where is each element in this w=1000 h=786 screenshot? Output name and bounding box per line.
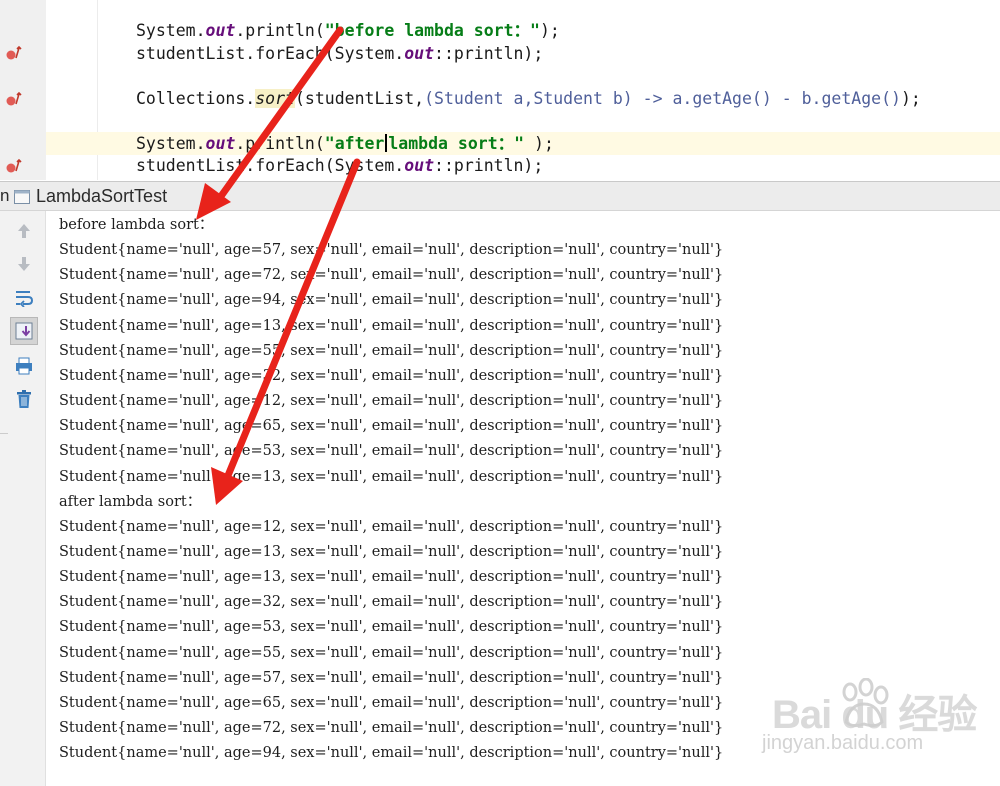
- console-line: Student{name='null', age=13, sex='null',…: [59, 543, 724, 560]
- console-line: Student{name='null', age=55, sex='null',…: [59, 644, 724, 661]
- code-line[interactable]: studentList.forEach(System.out::println)…: [136, 43, 543, 65]
- console-line: Student{name='null', age=32, sex='null',…: [59, 594, 724, 611]
- run-tab-title[interactable]: LambdaSortTest: [36, 186, 167, 207]
- console-line: after lambda sort：: [59, 493, 202, 510]
- baidu-jingyan-watermark: Bai du 经验 jingyan.baidu.com: [760, 678, 1000, 780]
- soft-wrap-icon[interactable]: [10, 284, 38, 312]
- code-line[interactable]: System.out.println("after lambda sort：" )…: [136, 133, 554, 155]
- console-line: Student{name='null', age=13, sex='null',…: [59, 468, 724, 485]
- console-line: Student{name='null', age=13, sex='null',…: [59, 317, 724, 334]
- code-token: (Student a,Student b) -> a.getAge() - b.…: [424, 89, 901, 108]
- breakpoint-marker-icon[interactable]: [5, 158, 23, 174]
- console-line: Student{name='null', age=32, sex='null',…: [59, 367, 724, 384]
- console-line: Student{name='null', age=65, sex='null',…: [59, 694, 724, 711]
- down-arrow-icon[interactable]: [10, 250, 38, 278]
- code-token: );: [524, 134, 554, 153]
- code-token: System.: [136, 21, 206, 40]
- console-line: Student{name='null', age=13, sex='null',…: [59, 569, 724, 586]
- code-line[interactable]: studentList.forEach(System.out::println)…: [136, 155, 543, 177]
- code-token: ::println);: [434, 44, 544, 63]
- code-token: ::println);: [434, 156, 544, 175]
- watermark-url: jingyan.baidu.com: [762, 732, 924, 754]
- code-token: .println(: [235, 21, 325, 40]
- code-token: );: [900, 89, 921, 108]
- console-line: before lambda sort：: [59, 217, 214, 233]
- console-line: Student{name='null', age=72, sex='null',…: [59, 267, 724, 284]
- code-token: studentList.forEach(System.: [136, 44, 405, 63]
- console-line: Student{name='null', age=55, sex='null',…: [59, 342, 724, 359]
- console-line: Student{name='null', age=94, sex='null',…: [59, 745, 724, 762]
- code-token: out: [205, 134, 236, 153]
- run-configuration-icon: [14, 190, 30, 204]
- breakpoint-marker-icon[interactable]: [5, 45, 23, 61]
- console-line: Student{name='null', age=12, sex='null',…: [59, 393, 724, 410]
- code-token: Collections.: [136, 89, 256, 108]
- run-tool-window-header: n LambdaSortTest: [0, 181, 1000, 211]
- code-line[interactable]: Collections.sort(studentList,(Student a,…: [136, 88, 921, 110]
- code-token: out: [404, 156, 435, 175]
- editor-gutter: [0, 0, 46, 180]
- print-icon[interactable]: [10, 352, 38, 380]
- code-token: (studentList,: [294, 89, 425, 108]
- code-token: out: [205, 21, 236, 40]
- trash-icon[interactable]: [10, 385, 38, 413]
- console-line: Student{name='null', age=57, sex='null',…: [59, 242, 724, 259]
- console-line: Student{name='null', age=12, sex='null',…: [59, 518, 724, 535]
- code-token: out: [404, 44, 435, 63]
- code-token: System.: [136, 134, 206, 153]
- code-token: lambda sort：": [388, 134, 525, 153]
- console-line: Student{name='null', age=53, sex='null',…: [59, 619, 724, 636]
- console-line: Student{name='null', age=72, sex='null',…: [59, 720, 724, 736]
- console-line: Student{name='null', age=65, sex='null',…: [59, 418, 724, 435]
- code-token: sort: [255, 89, 295, 108]
- console-line: Student{name='null', age=94, sex='null',…: [59, 292, 724, 309]
- scroll-to-end-icon[interactable]: [10, 317, 38, 345]
- console-line: Student{name='null', age=57, sex='null',…: [59, 669, 724, 686]
- run-label-fragment: n: [0, 186, 10, 205]
- code-line[interactable]: System.out.println("before lambda sort："…: [136, 20, 560, 42]
- up-arrow-icon[interactable]: [10, 217, 38, 245]
- code-token: studentList.forEach(System.: [136, 156, 405, 175]
- run-toolbar: [0, 211, 46, 786]
- code-editor[interactable]: System.out.println("before lambda sort："…: [0, 0, 1000, 180]
- code-token: .println(: [235, 134, 325, 153]
- code-token: );: [539, 21, 560, 40]
- console-line: Student{name='null', age=53, sex='null',…: [59, 443, 724, 460]
- toolbar-divider: [0, 433, 8, 434]
- breakpoint-marker-icon[interactable]: [5, 91, 23, 107]
- code-token: "before lambda sort：": [324, 21, 540, 40]
- code-token: "after: [324, 134, 385, 153]
